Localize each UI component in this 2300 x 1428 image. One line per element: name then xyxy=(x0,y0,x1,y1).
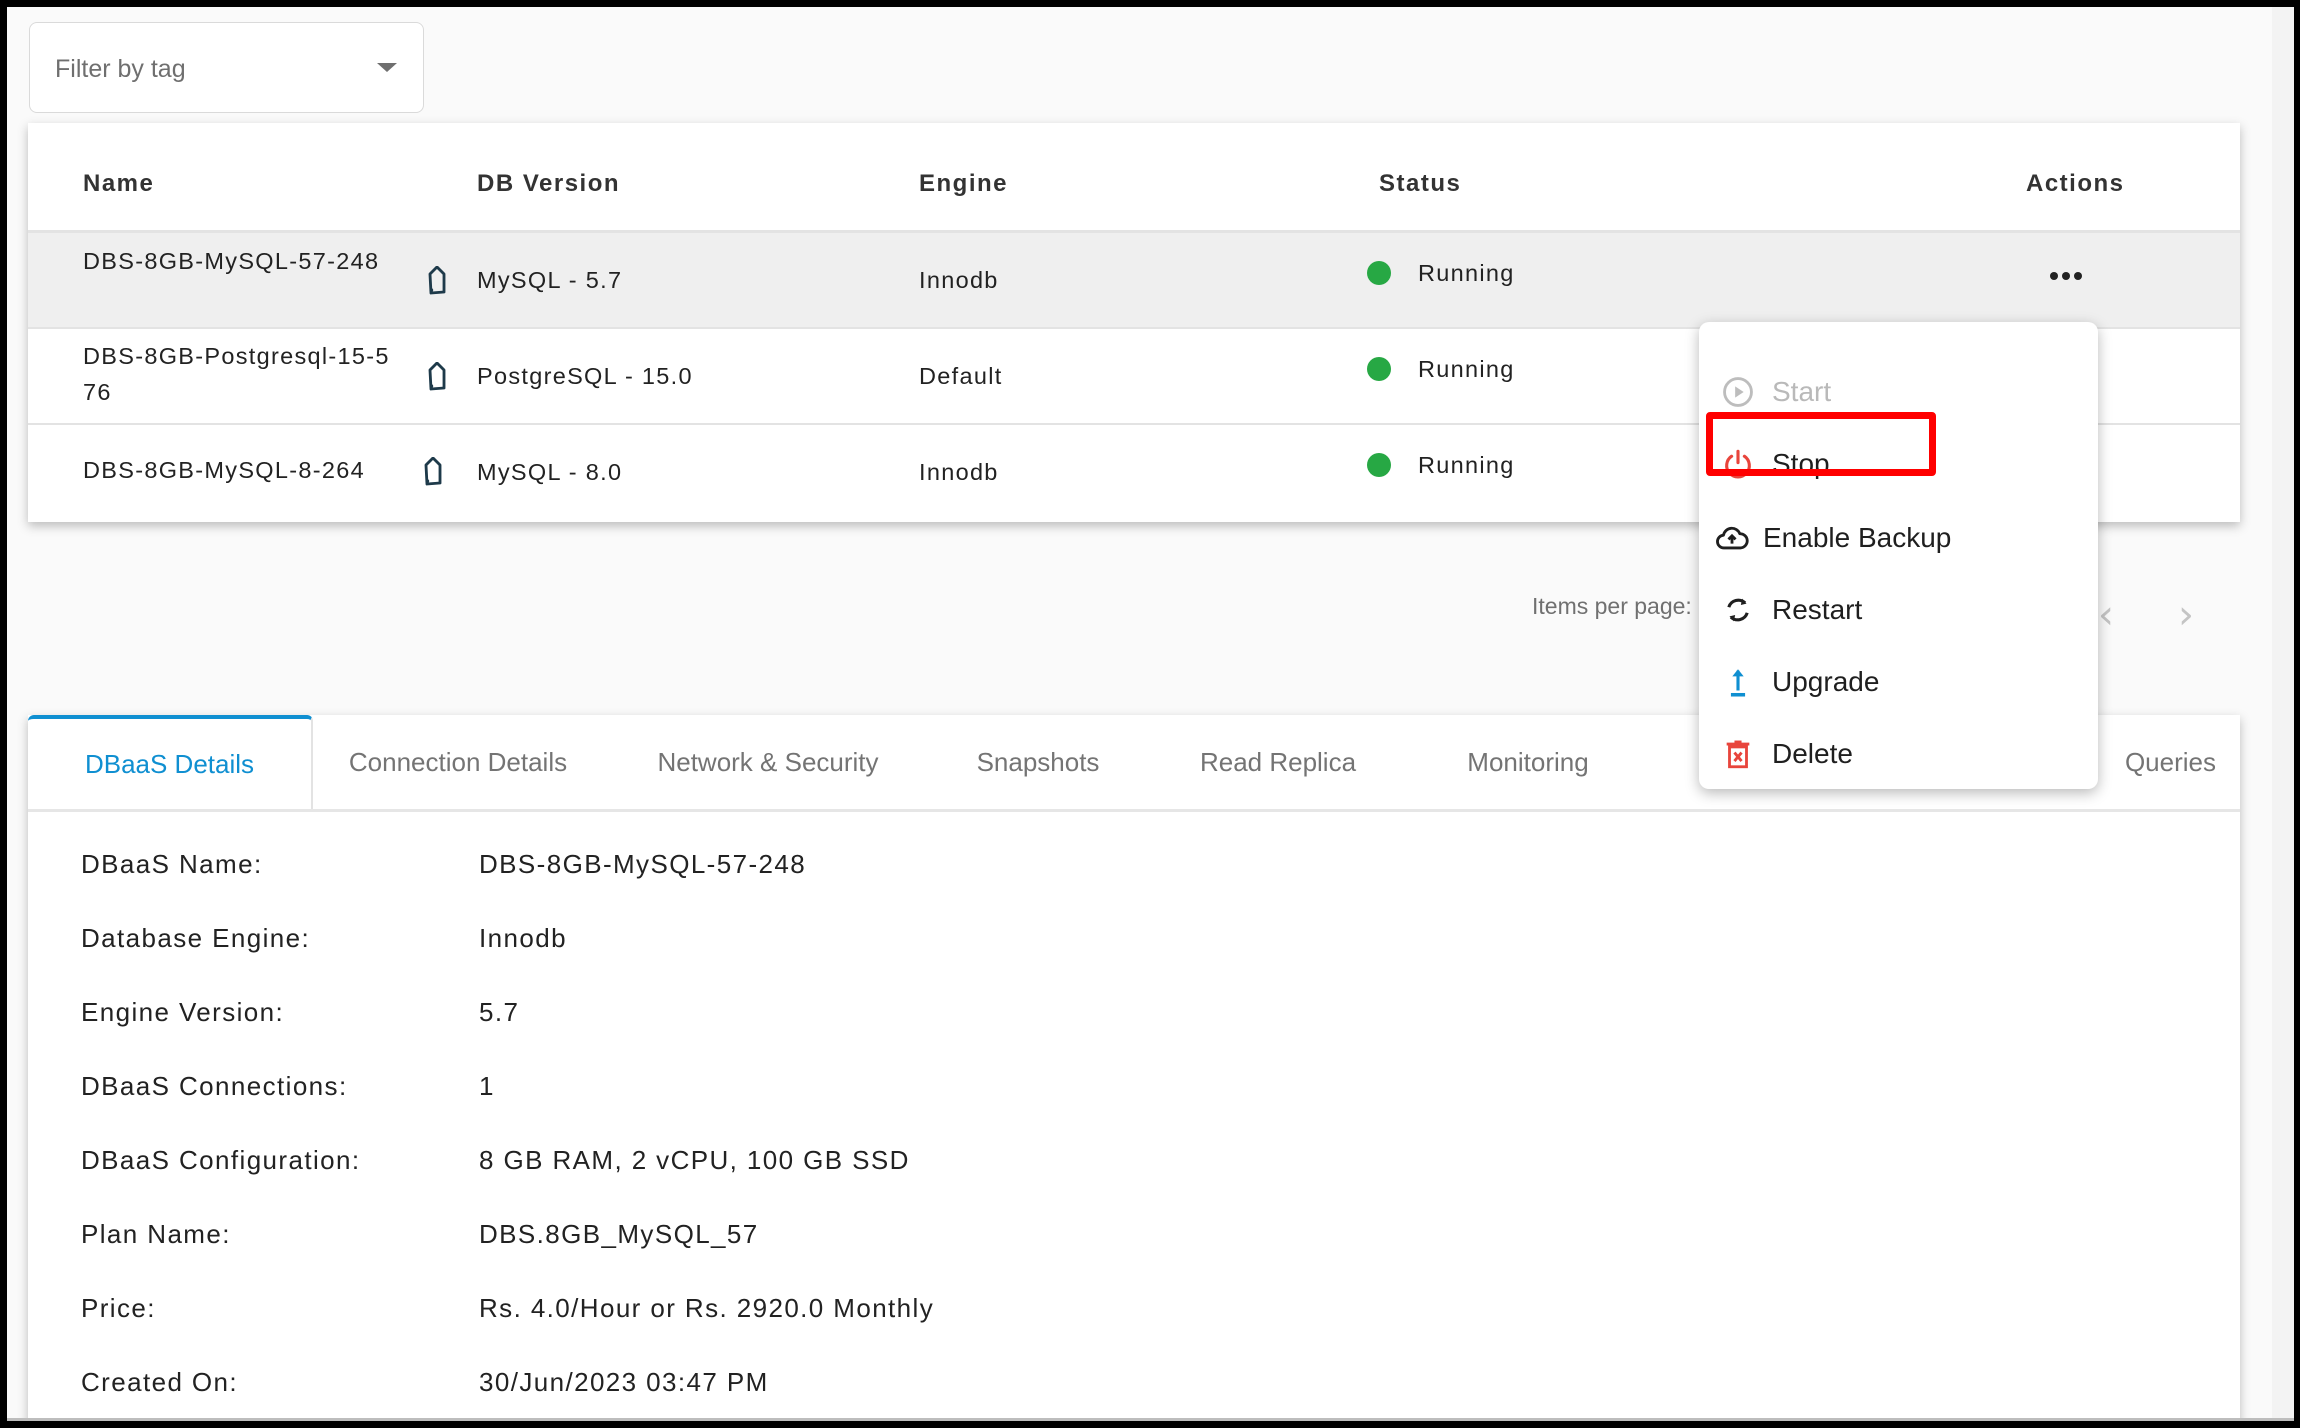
detail-label: DBaaS Name: xyxy=(81,849,263,879)
table-row[interactable]: DBS-8GB-MySQL-57-248 MySQL - 5.7 Innodb … xyxy=(28,233,2240,329)
tab-label: Queries xyxy=(2124,746,2216,777)
tag-icon[interactable] xyxy=(420,266,454,300)
db-engine: Default xyxy=(919,363,1003,389)
menu-item-label: Start xyxy=(1772,376,1832,407)
trash-icon xyxy=(1726,740,1750,769)
detail-value: 30/Jun/2023 03:47 PM xyxy=(479,1367,769,1397)
status-running-dot xyxy=(1367,453,1391,477)
filter-placeholder: Filter by tag xyxy=(55,55,186,83)
items-per-page-label: Items per page: xyxy=(1532,593,1692,619)
db-name[interactable]: DBS-8GB-MySQL-57-248 xyxy=(83,243,393,279)
menu-item-label: Restart xyxy=(1772,594,1863,625)
db-version: MySQL - 8.0 xyxy=(477,459,623,485)
dot xyxy=(2074,272,2082,280)
db-version: PostgreSQL - 15.0 xyxy=(477,363,693,389)
tab-network-security[interactable]: Network & Security xyxy=(618,715,918,809)
detail-value: DBS.8GB_MySQL_57 xyxy=(479,1219,759,1249)
menu-item-enable-backup[interactable]: Enable Backup xyxy=(1699,508,2098,568)
details-panel: DBaaS Details Connection Details Network… xyxy=(28,715,2240,1421)
db-name[interactable]: DBS-8GB-Postgresql-15-576 xyxy=(83,338,393,410)
cloud-upload-icon xyxy=(1716,526,1749,550)
tab-snapshots[interactable]: Snapshots xyxy=(938,715,1138,809)
tab-label: DBaaS Details xyxy=(84,748,255,779)
status-badge: Running xyxy=(1418,452,1515,478)
tag-icon[interactable] xyxy=(416,457,450,491)
refresh-icon xyxy=(1727,598,1749,622)
detail-value: 8 GB RAM, 2 vCPU, 100 GB SSD xyxy=(479,1145,910,1175)
status-running-dot xyxy=(1367,357,1391,381)
chevron-down-icon xyxy=(377,63,397,72)
detail-value: 5.7 xyxy=(479,997,520,1027)
db-name[interactable]: DBS-8GB-MySQL-8-264 xyxy=(83,452,413,488)
column-header-name[interactable]: Name xyxy=(83,170,154,198)
tab-label: Monitoring xyxy=(1467,746,1589,777)
tab-monitoring[interactable]: Monitoring xyxy=(1418,715,1638,809)
menu-item-label: Upgrade xyxy=(1772,666,1880,697)
play-circle-icon xyxy=(1723,377,1753,407)
column-header-db-version[interactable]: DB Version xyxy=(477,170,620,198)
more-actions-button[interactable] xyxy=(2044,261,2088,291)
db-engine: Innodb xyxy=(919,459,999,485)
menu-item-upgrade[interactable]: Upgrade xyxy=(1699,652,2098,712)
chevron-right-icon[interactable]: › xyxy=(2178,595,2194,635)
chevron-left-icon[interactable]: ‹ xyxy=(2098,595,2114,635)
stop-highlight-box xyxy=(1706,412,1936,476)
table-header: Name DB Version Engine Status Actions xyxy=(28,123,2240,233)
tab-dbaas-details[interactable]: DBaaS Details xyxy=(28,715,313,809)
detail-label: Price: xyxy=(81,1293,156,1323)
menu-item-restart[interactable]: Restart xyxy=(1699,580,2098,640)
actions-menu: Start Stop Enable Backup Restart Upgrade… xyxy=(1699,322,2098,789)
scrollbar-track[interactable] xyxy=(2272,7,2294,1421)
tab-read-replica[interactable]: Read Replica xyxy=(1163,715,1393,809)
dot xyxy=(2062,272,2070,280)
bottom-divider xyxy=(7,1418,2294,1421)
page-viewport: Filter by tag Name DB Version Engine Sta… xyxy=(7,7,2294,1421)
menu-item-label: Delete xyxy=(1772,738,1853,769)
db-engine: Innodb xyxy=(919,267,999,293)
detail-value: Rs. 4.0/Hour or Rs. 2920.0 Monthly xyxy=(479,1293,935,1323)
detail-value: 1 xyxy=(479,1071,495,1101)
detail-value: Innodb xyxy=(479,923,567,953)
column-header-status[interactable]: Status xyxy=(1379,170,1461,198)
detail-label: DBaaS Connections: xyxy=(81,1071,348,1101)
tab-label: Network & Security xyxy=(657,746,879,777)
menu-item-label: Enable Backup xyxy=(1763,522,1952,553)
tab-label: Connection Details xyxy=(348,746,568,777)
column-header-actions: Actions xyxy=(2026,170,2125,197)
filter-by-tag-select[interactable]: Filter by tag xyxy=(29,22,424,113)
column-header-engine[interactable]: Engine xyxy=(919,170,1008,198)
tab-label: Read Replica xyxy=(1199,746,1357,777)
dot xyxy=(2050,272,2058,280)
detail-label: Created On: xyxy=(81,1367,239,1397)
tab-label: Snapshots xyxy=(976,746,1100,777)
menu-item-delete[interactable]: Delete xyxy=(1699,724,2098,784)
tab-connection-details[interactable]: Connection Details xyxy=(328,715,588,809)
db-version: MySQL - 5.7 xyxy=(477,267,623,293)
detail-label: Plan Name: xyxy=(81,1219,231,1249)
detail-label: Database Engine: xyxy=(81,923,311,953)
detail-label: DBaaS Configuration: xyxy=(81,1145,361,1175)
detail-label: Engine Version: xyxy=(81,997,285,1027)
status-running-dot xyxy=(1367,261,1391,285)
tag-icon[interactable] xyxy=(420,362,454,396)
status-badge: Running xyxy=(1418,260,1515,286)
detail-value: DBS-8GB-MySQL-57-248 xyxy=(479,849,807,879)
upload-arrow-icon xyxy=(1730,669,1746,697)
status-badge: Running xyxy=(1418,356,1515,382)
